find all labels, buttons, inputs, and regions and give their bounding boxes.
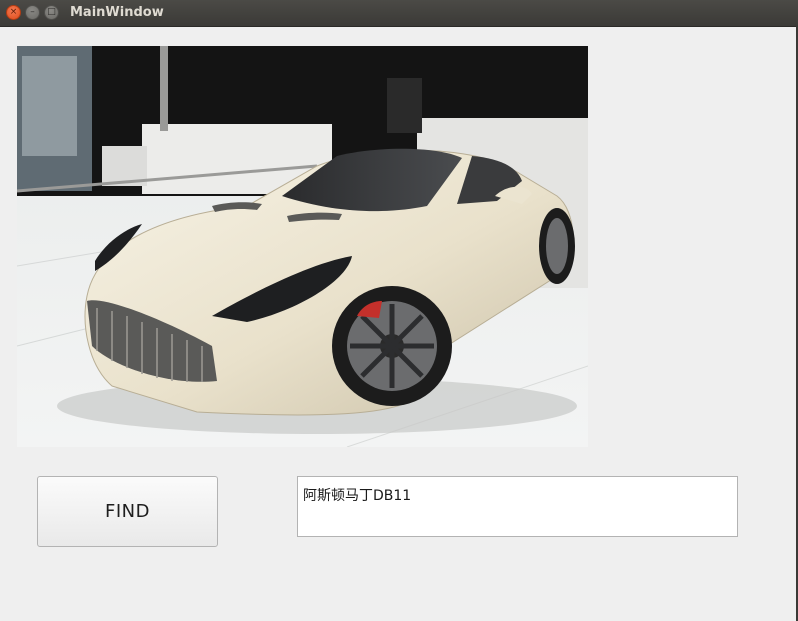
minimize-icon: – (30, 7, 35, 17)
car-image (17, 46, 588, 447)
main-window: × – □ MainWindow FIND 阿斯顿马丁DB11 (0, 0, 798, 621)
find-button[interactable]: FIND (37, 476, 218, 547)
title-bar[interactable]: × – □ MainWindow (0, 0, 798, 27)
maximize-icon: □ (47, 7, 56, 17)
maximize-window-button[interactable]: □ (44, 5, 59, 20)
close-window-button[interactable]: × (6, 5, 21, 20)
close-icon: × (9, 7, 18, 17)
window-title: MainWindow (70, 5, 164, 20)
result-text-field[interactable]: 阿斯顿马丁DB11 (297, 476, 738, 537)
car-photo-icon (17, 46, 588, 447)
minimize-window-button[interactable]: – (25, 5, 40, 20)
